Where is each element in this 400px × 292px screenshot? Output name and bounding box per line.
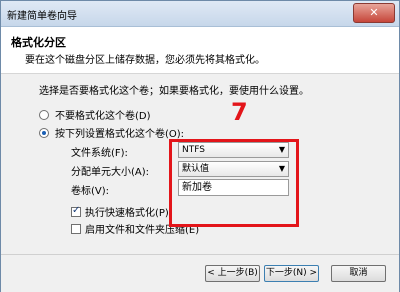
quick-format-checkbox[interactable]: [71, 205, 81, 217]
alloc-unit-select[interactable]: 默认值 ▼: [178, 161, 289, 177]
alloc-unit-label: 分配单元大小(A):: [71, 167, 150, 178]
compression-checkbox[interactable]: [71, 223, 81, 234]
wizard-header: 格式化分区 要在这个磁盘分区上储存数据，您必须先将其格式化。: [1, 27, 399, 74]
filesystem-value: NTFS: [182, 145, 205, 155]
radio-no-format-label: 不要格式化这个卷(D): [55, 111, 151, 122]
filesystem-label: 文件系统(F):: [71, 148, 128, 159]
step-annotation: 7: [231, 98, 248, 126]
back-button[interactable]: < 上一步(B): [205, 265, 260, 282]
format-prompt: 选择是否要格式化这个卷；如果要格式化，要使用什么设置。: [39, 86, 309, 97]
wizard-footer: < 上一步(B) 下一步(N) > 取消: [1, 254, 399, 292]
volume-label-label: 卷标(V):: [71, 186, 110, 197]
radio-no-format[interactable]: 不要格式化这个卷(D): [39, 107, 151, 122]
radio-format[interactable]: 按下列设置格式化这个卷(O):: [39, 125, 184, 140]
wizard-window: 新建简单卷向导 ✕ 格式化分区 要在这个磁盘分区上储存数据，您必须先将其格式化。…: [0, 0, 400, 292]
cancel-button[interactable]: 取消: [331, 265, 386, 282]
dropdown-arrow-icon: ▼: [278, 164, 285, 173]
filesystem-select[interactable]: NTFS ▼: [178, 142, 289, 158]
radio-format-label: 按下列设置格式化这个卷(O):: [55, 129, 185, 140]
page-subtitle: 要在这个磁盘分区上储存数据，您必须先将其格式化。: [25, 55, 265, 66]
volume-label-input[interactable]: 新加卷: [178, 179, 289, 196]
radio-button-selected[interactable]: [39, 127, 49, 138]
title-bar: 新建简单卷向导 ✕: [1, 1, 399, 27]
window-title: 新建简单卷向导: [7, 11, 77, 22]
close-button[interactable]: ✕: [353, 3, 395, 23]
dropdown-arrow-icon: ▼: [278, 145, 285, 154]
radio-button[interactable]: [39, 109, 49, 120]
quick-format-option[interactable]: 执行快速格式化(P): [71, 204, 169, 219]
compression-label: 启用文件和文件夹压缩(E): [85, 225, 200, 236]
wizard-body: 选择是否要格式化这个卷；如果要格式化，要使用什么设置。 不要格式化这个卷(D) …: [1, 74, 399, 254]
next-button[interactable]: 下一步(N) >: [264, 265, 319, 282]
compression-option[interactable]: 启用文件和文件夹压缩(E): [71, 221, 199, 236]
alloc-unit-value: 默认值: [182, 164, 210, 174]
page-title: 格式化分区: [11, 36, 66, 49]
quick-format-label: 执行快速格式化(P): [85, 208, 169, 219]
